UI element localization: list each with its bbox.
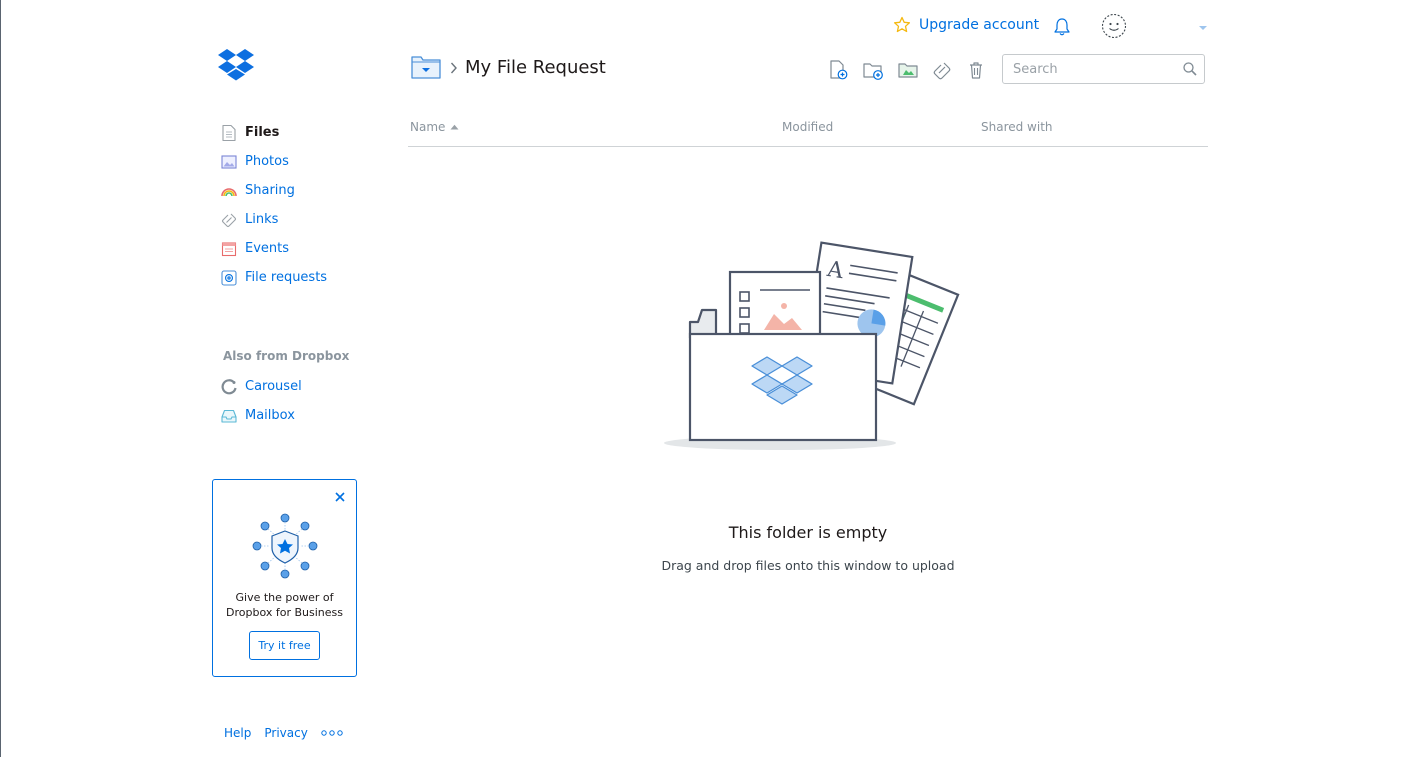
table-header-divider [408,146,1208,147]
bell-icon[interactable] [1052,16,1072,38]
more-options-icon[interactable] [321,729,343,737]
sidebar-item-links[interactable]: Links [220,205,390,234]
column-header-modified[interactable]: Modified [782,120,833,134]
help-link[interactable]: Help [224,726,251,740]
folder-dropdown-icon[interactable] [410,53,442,80]
sidebar-item-file-requests[interactable]: File requests [220,263,390,292]
sidebar-item-events[interactable]: Events [220,234,390,263]
empty-state-subtitle: Drag and drop files onto this window to … [661,558,955,573]
sidebar-item-carousel[interactable]: Carousel [220,372,390,401]
business-promo-card: Give the power of Dropbox for Business T… [212,479,357,677]
files-icon [222,124,236,141]
sidebar-item-sharing[interactable]: Sharing [220,176,390,205]
search-icon[interactable] [1181,60,1199,78]
carousel-icon [221,378,237,394]
new-file-icon[interactable] [827,59,849,81]
sidebar-item-label: Sharing [245,183,295,198]
file-request-icon [221,269,237,286]
empty-state-title: This folder is empty [728,523,888,542]
trash-icon[interactable] [965,59,987,81]
sidebar-item-label: Files [245,125,280,140]
upgrade-account-label: Upgrade account [919,17,1040,33]
promo-text-line-1: Give the power of [235,591,334,604]
close-icon[interactable] [333,490,347,504]
link-icon[interactable] [931,59,953,81]
sort-ascending-icon [450,124,459,130]
also-from-dropbox-heading: Also from Dropbox [223,349,350,363]
column-header-name-label: Name [410,120,446,134]
sidebar-item-files[interactable]: Files [220,118,390,147]
calendar-icon [221,241,237,256]
column-header-name[interactable]: Name [410,120,459,134]
sidebar-item-label: File requests [245,270,328,285]
sidebar-item-label: Mailbox [245,408,295,423]
privacy-link[interactable]: Privacy [264,726,307,740]
sidebar-nav: Files Photos Sharing Links Events File r… [220,118,390,292]
empty-folder-illustration: A [664,241,960,450]
sidebar-item-label: Links [245,212,279,227]
business-shield-illustration [252,513,318,579]
promo-text-line-2: Dropbox for Business [226,606,343,619]
avatar[interactable] [1101,13,1127,39]
promo-text: Give the power of Dropbox for Business [213,590,356,620]
try-it-free-button[interactable]: Try it free [249,631,320,660]
sidebar-item-photos[interactable]: Photos [220,147,390,176]
chevron-right-icon [450,62,457,74]
rainbow-icon [221,187,237,196]
sidebar-item-label: Events [245,241,290,256]
window-left-edge [0,0,1,757]
caret-down-icon[interactable] [1197,24,1209,32]
link-icon [221,213,237,227]
sidebar-item-label: Carousel [245,379,302,394]
search-input[interactable] [1011,60,1175,78]
star-icon [893,16,911,33]
sidebar-footer: Help Privacy [224,726,343,740]
new-folder-icon[interactable] [862,59,884,81]
photos-icon [221,154,237,169]
sidebar-item-label: Photos [245,154,289,169]
column-header-shared-with[interactable]: Shared with [981,120,1053,134]
search-box[interactable] [1002,54,1205,84]
page-title: My File Request [465,57,606,78]
sidebar-item-mailbox[interactable]: Mailbox [220,401,390,430]
mailbox-icon [221,409,237,423]
upgrade-account-link[interactable]: Upgrade account [893,16,1039,34]
also-from-dropbox-list: Carousel Mailbox [220,372,390,430]
shared-folder-icon[interactable] [897,59,919,81]
dropbox-logo[interactable] [217,48,255,82]
